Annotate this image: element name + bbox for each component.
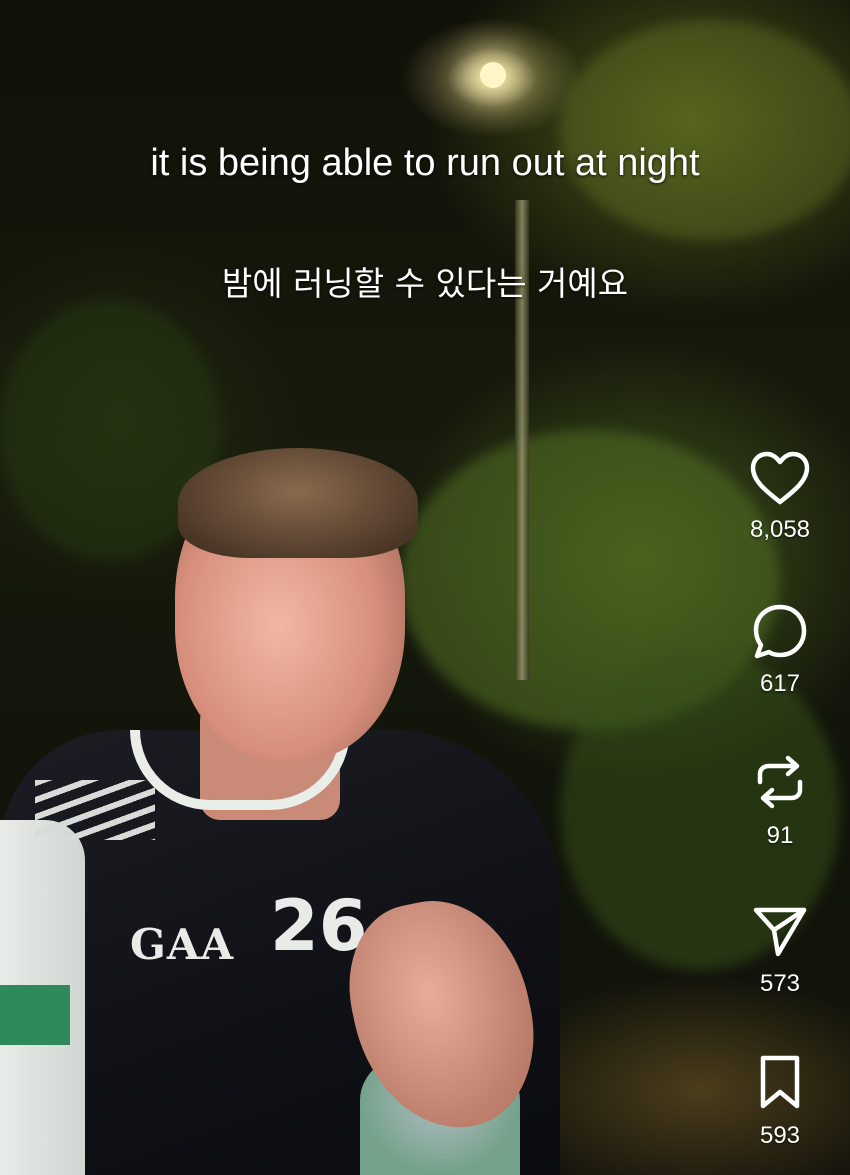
foliage [560, 20, 850, 240]
jersey-sleeve-band [0, 985, 70, 1045]
comment-button[interactable]: 617 [710, 602, 850, 698]
jersey-stripes [35, 780, 155, 840]
jersey-logo: GAA [130, 920, 235, 969]
caption-korean: 밤에 러닝할 수 있다는 거예요 [221, 264, 629, 303]
like-button[interactable]: 8,058 [710, 450, 850, 544]
share-count: 573 [759, 970, 801, 997]
like-count: 8,058 [749, 516, 811, 543]
save-button[interactable]: 593 [710, 1052, 850, 1150]
share-button[interactable]: 573 [710, 902, 850, 998]
repost-arrows-icon [757, 755, 803, 809]
bookmark-icon [760, 1055, 800, 1109]
repost-count: 91 [766, 822, 794, 849]
street-lamp [480, 62, 506, 88]
heart-icon [750, 451, 810, 505]
repost-button[interactable]: 91 [710, 752, 850, 850]
runner-hair [178, 448, 418, 558]
speech-bubble-icon [753, 604, 807, 659]
comment-count: 617 [759, 670, 801, 697]
send-icon [753, 907, 807, 957]
caption-english: it is being able to run out at night [150, 142, 700, 184]
save-count: 593 [759, 1122, 801, 1149]
